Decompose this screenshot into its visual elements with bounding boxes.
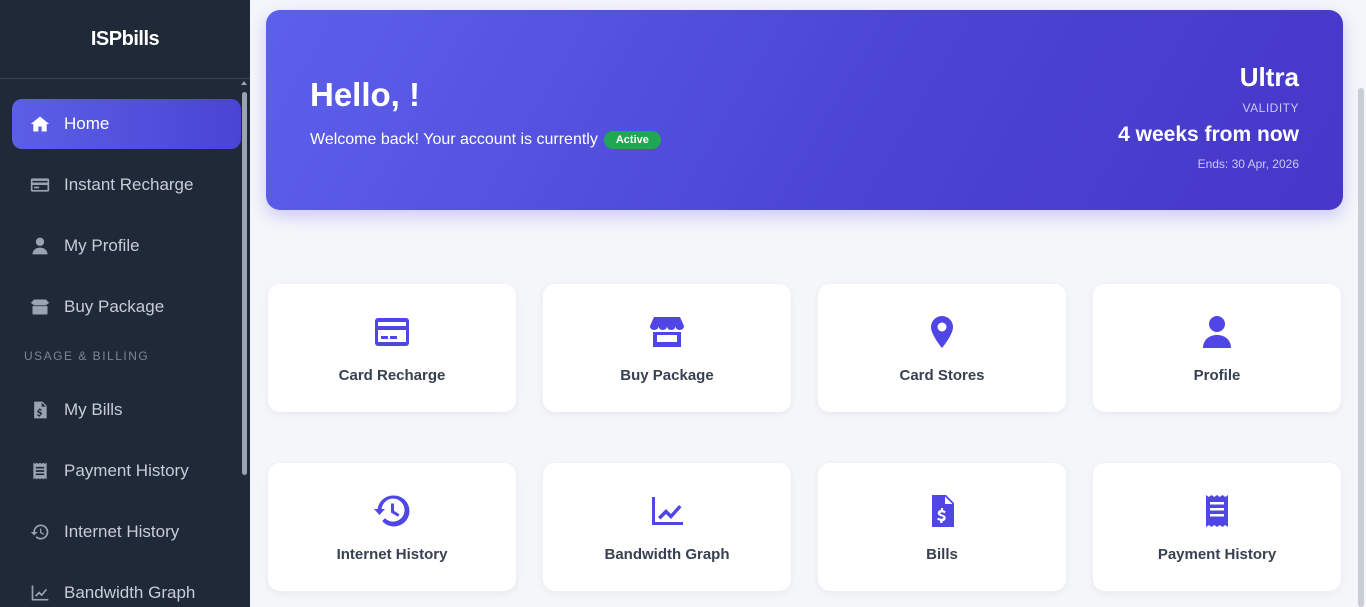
- sidebar-item-internet-history[interactable]: Internet History: [12, 507, 241, 557]
- sidebar-item-label: Instant Recharge: [64, 175, 194, 194]
- sidebar-item-label: Home: [64, 114, 110, 133]
- validity-value: 4 weeks from now: [1118, 123, 1299, 146]
- greeting-heading: Hello, !: [310, 76, 421, 113]
- card-label: Bandwidth Graph: [604, 546, 730, 563]
- card-card-recharge[interactable]: Card Recharge: [268, 284, 516, 412]
- history-icon: [29, 521, 51, 543]
- package-end-date: Ends: 30 Apr, 2026: [1197, 157, 1299, 171]
- sidebar-item-home[interactable]: Home: [12, 99, 241, 149]
- chart-line-icon: [649, 493, 685, 529]
- credit-card-icon: [374, 314, 410, 350]
- card-profile[interactable]: Profile: [1093, 284, 1341, 412]
- package-summary: Ultra VALIDITY 4 weeks from now Ends: 30…: [1118, 62, 1299, 171]
- card-internet-history[interactable]: Internet History: [268, 463, 516, 591]
- user-icon: [29, 235, 51, 257]
- card-buy-package[interactable]: Buy Package: [543, 284, 791, 412]
- history-icon: [374, 493, 410, 529]
- status-badge: Active: [603, 131, 661, 149]
- credit-card-icon: [29, 174, 51, 196]
- card-label: Bills: [926, 546, 958, 563]
- sidebar-item-buy-package[interactable]: Buy Package: [12, 282, 241, 332]
- card-label: Payment History: [1157, 546, 1277, 563]
- sidebar-item-my-profile[interactable]: My Profile: [12, 221, 241, 271]
- sidebar-item-bandwidth-graph[interactable]: Bandwidth Graph: [12, 568, 241, 607]
- file-invoice-icon: [924, 493, 960, 529]
- validity-label: VALIDITY: [1242, 101, 1299, 115]
- card-bills[interactable]: Bills: [818, 463, 1066, 591]
- receipt-icon: [29, 460, 51, 482]
- sidebar-nav: Home Instant Recharge My Profile Buy Pac…: [12, 99, 241, 607]
- card-label: Internet History: [336, 546, 448, 563]
- sidebar-item-payment-history[interactable]: Payment History: [12, 446, 241, 496]
- card-card-stores[interactable]: Card Stores: [818, 284, 1066, 412]
- sidebar-scroll-up-arrow[interactable]: [241, 81, 247, 85]
- home-icon: [29, 113, 51, 135]
- card-label: Card Recharge: [338, 367, 446, 384]
- user-icon: [1199, 314, 1235, 350]
- box-icon: [29, 296, 51, 318]
- receipt-icon: [1199, 493, 1235, 529]
- account-status-line: Welcome back! Your account is currently …: [310, 131, 661, 149]
- welcome-banner: Hello, ! Welcome back! Your account is c…: [266, 10, 1343, 210]
- sidebar-item-label: My Profile: [64, 236, 140, 255]
- main-content: Hello, ! Welcome back! Your account is c…: [250, 0, 1366, 607]
- card-label: Profile: [1193, 367, 1241, 384]
- card-label: Buy Package: [620, 367, 714, 384]
- package-name: Ultra: [1239, 62, 1299, 92]
- store-icon: [649, 314, 685, 350]
- sidebar-item-instant-recharge[interactable]: Instant Recharge: [12, 160, 241, 210]
- card-payment-history[interactable]: Payment History: [1093, 463, 1341, 591]
- sidebar-item-my-bills[interactable]: My Bills: [12, 385, 241, 435]
- sidebar-scrollbar[interactable]: [242, 92, 247, 475]
- brand-logo[interactable]: ISPbills: [0, 0, 250, 79]
- map-pin-icon: [924, 314, 960, 350]
- sidebar: ISPbills Home Instant Recharge My Profil…: [0, 0, 250, 607]
- sidebar-item-label: Payment History: [64, 461, 189, 480]
- main-scrollbar[interactable]: [1358, 88, 1364, 607]
- chart-line-icon: [29, 582, 51, 604]
- welcome-text: Welcome back! Your account is currently: [310, 131, 598, 148]
- section-label-usage-billing: USAGE & BILLING: [24, 349, 150, 363]
- sidebar-item-label: Internet History: [64, 522, 180, 541]
- file-invoice-icon: [29, 399, 51, 421]
- sidebar-item-label: My Bills: [64, 400, 123, 419]
- card-bandwidth-graph[interactable]: Bandwidth Graph: [543, 463, 791, 591]
- card-label: Card Stores: [899, 367, 985, 384]
- sidebar-item-label: Buy Package: [64, 297, 165, 316]
- sidebar-item-label: Bandwidth Graph: [64, 583, 196, 602]
